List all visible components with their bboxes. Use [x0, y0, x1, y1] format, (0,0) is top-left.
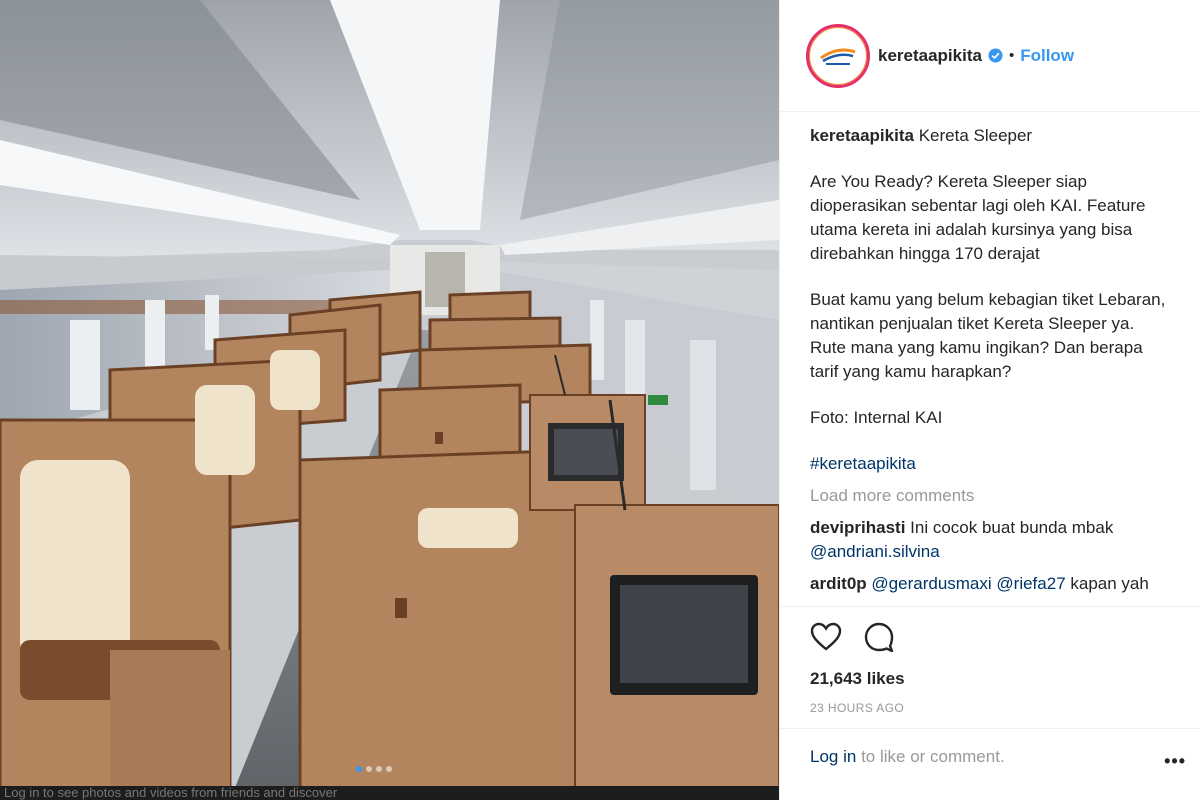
load-more-comments[interactable]: Load more comments: [810, 484, 1170, 508]
hashtag-link[interactable]: #keretaapikita: [810, 452, 1170, 476]
dot-separator: •: [1008, 47, 1015, 64]
login-prompt: Log in to like or comment. •••: [780, 728, 1200, 792]
train-interior-image: [0, 0, 779, 800]
post-header: keretaapikita • Follow: [780, 0, 1200, 112]
comment-username[interactable]: deviprihasti: [810, 518, 905, 537]
post-actions: 21,643 likes 23 HOURS AGO: [780, 606, 1200, 715]
carousel-dot[interactable]: [356, 766, 362, 772]
verified-badge-icon: [988, 48, 1003, 63]
username[interactable]: keretaapikita: [878, 46, 982, 66]
login-prompt-text: to like or comment.: [861, 747, 1005, 766]
caption: keretaapikita Kereta Sleeper: [810, 124, 1170, 148]
heart-icon[interactable]: [810, 622, 842, 652]
kai-logo-graphic: [820, 48, 856, 65]
carousel-dot[interactable]: [376, 766, 382, 772]
caption-username[interactable]: keretaapikita: [810, 126, 914, 145]
like-count[interactable]: 21,643 likes: [810, 669, 1170, 689]
post-side-panel: keretaapikita • Follow keretaapikita Ker…: [779, 0, 1200, 800]
avatar[interactable]: [806, 23, 870, 88]
carousel-dot[interactable]: [386, 766, 392, 772]
post-photo[interactable]: Log in to see photos and videos from fri…: [0, 0, 779, 800]
comments-area: keretaapikita Kereta Sleeper Are You Rea…: [780, 112, 1200, 594]
caption-paragraph: Are You Ready? Kereta Sleeper siap diope…: [810, 172, 1146, 263]
login-link[interactable]: Log in: [810, 747, 856, 766]
carousel-dot[interactable]: [366, 766, 372, 772]
comment-text: kapan yah: [1070, 574, 1149, 593]
caption-photo-credit: Foto: Internal KAI: [810, 408, 943, 427]
caption-paragraph: Buat kamu yang belum kebagian tiket Leba…: [810, 290, 1166, 381]
comment: ardit0p @gerardusmaxi @riefa27 kapan yah: [810, 572, 1170, 594]
post-timestamp[interactable]: 23 HOURS AGO: [810, 701, 1170, 715]
comment-icon[interactable]: [864, 622, 894, 652]
caption-title: Kereta Sleeper: [918, 126, 1033, 145]
action-icons: [810, 619, 1170, 655]
comment-username[interactable]: ardit0p: [810, 574, 867, 593]
comment-mention[interactable]: @riefa27: [996, 574, 1065, 593]
carousel-indicator: [356, 766, 392, 772]
comment-mention[interactable]: @andriani.silvina: [810, 542, 940, 561]
comment-text: Ini cocok buat bunda mbak: [910, 518, 1114, 537]
comment-mention[interactable]: @gerardusmaxi: [871, 574, 991, 593]
login-banner-strip: Log in to see photos and videos from fri…: [0, 786, 779, 800]
comment: deviprihasti Ini cocok buat bunda mbak @…: [810, 516, 1170, 564]
follow-button[interactable]: Follow: [1020, 46, 1074, 66]
kai-logo-icon: [812, 29, 864, 82]
more-options-button[interactable]: •••: [1164, 751, 1186, 772]
